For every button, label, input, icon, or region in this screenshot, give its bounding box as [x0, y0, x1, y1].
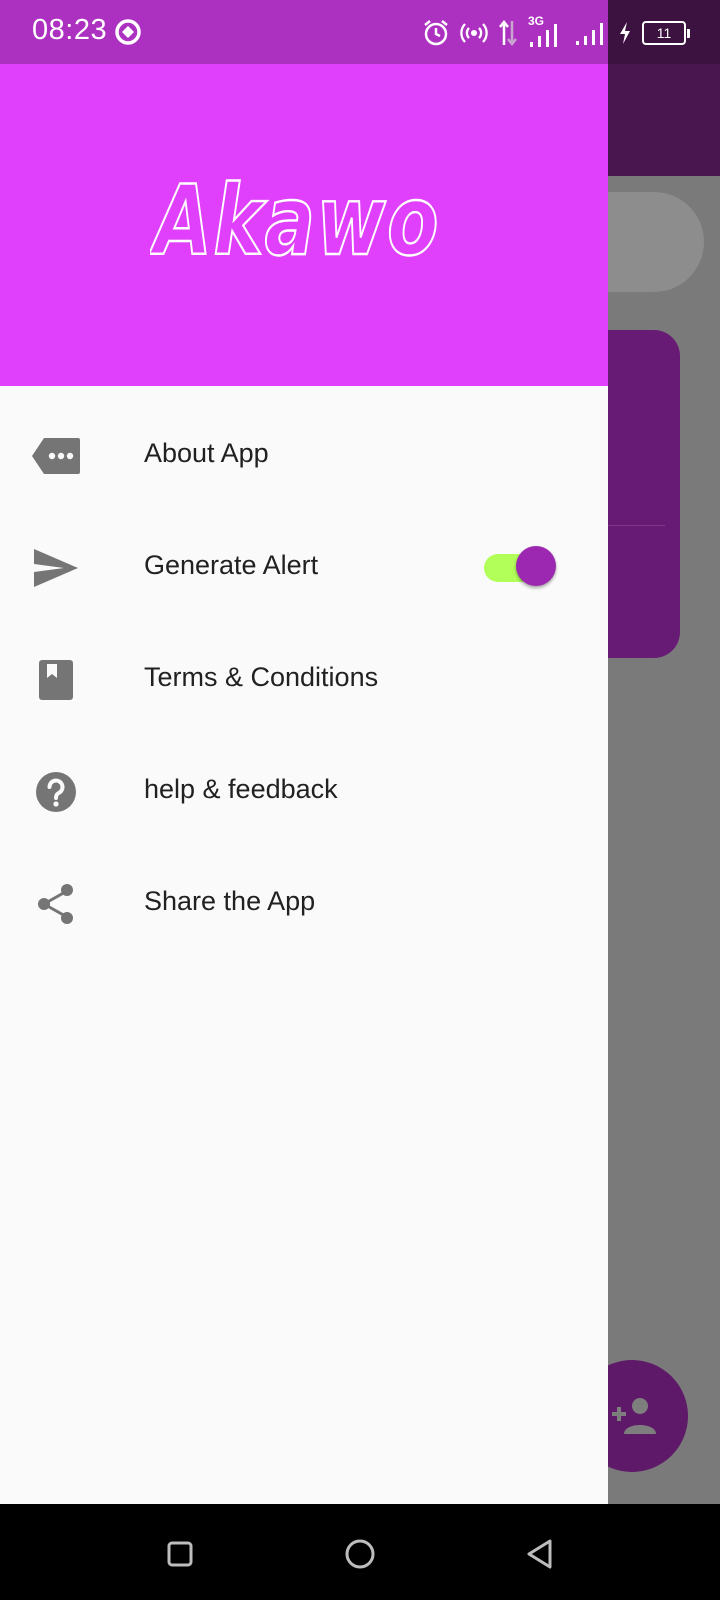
battery-tip	[687, 28, 690, 38]
brand-logo-text: Akawo	[150, 174, 440, 270]
status-bar: 08:23 3G 11	[0, 0, 720, 64]
status-icons: 3G 11	[422, 14, 690, 50]
charging-icon	[620, 22, 630, 44]
share-icon	[32, 884, 80, 924]
add-person-icon	[612, 1398, 656, 1434]
toggle-thumb	[516, 546, 556, 586]
system-nav-bar	[0, 1504, 720, 1600]
data-transfer-icon	[499, 19, 517, 47]
menu-item-label: Share the App	[144, 886, 316, 916]
signal-icon	[530, 24, 557, 47]
label-more-icon	[32, 436, 80, 476]
send-icon	[32, 548, 80, 588]
signal-icon	[576, 23, 603, 45]
signal-3g: 3G	[528, 14, 564, 48]
alarm-icon	[424, 20, 448, 46]
recents-icon	[167, 1541, 193, 1567]
home-button[interactable]	[340, 1534, 380, 1574]
book-icon	[32, 660, 80, 700]
menu-item-terms-conditions[interactable]: Terms & Conditions	[0, 624, 608, 736]
menu-item-label: Generate Alert	[144, 550, 319, 580]
recents-button[interactable]	[160, 1534, 200, 1574]
back-icon	[527, 1539, 552, 1569]
home-icon	[345, 1539, 375, 1569]
back-button[interactable]	[520, 1534, 560, 1574]
generate-alert-toggle[interactable]	[484, 546, 558, 590]
hotspot-icon	[460, 23, 488, 43]
menu-item-label: help & feedback	[144, 774, 338, 804]
help-icon	[32, 772, 80, 812]
menu-item-label: Terms & Conditions	[144, 662, 379, 692]
menu-item-generate-alert[interactable]: Generate Alert	[0, 512, 608, 624]
battery-icon: 11	[642, 21, 690, 45]
navigation-drawer: Akawo About App Generate Alert Terms & C…	[0, 64, 608, 1504]
drawer-header: Akawo	[0, 64, 608, 386]
battery-level: 11	[642, 21, 686, 45]
menu-item-about-app[interactable]: About App	[0, 400, 608, 512]
status-time: 08:23	[32, 14, 108, 46]
drawer-menu: About App Generate Alert Terms & Conditi…	[0, 400, 608, 960]
brand-logo: Akawo	[150, 174, 440, 270]
menu-item-help-feedback[interactable]: help & feedback	[0, 736, 608, 848]
menu-item-label: About App	[144, 438, 269, 468]
data-saver-icon	[115, 19, 141, 45]
menu-item-share-app[interactable]: Share the App	[0, 848, 608, 960]
